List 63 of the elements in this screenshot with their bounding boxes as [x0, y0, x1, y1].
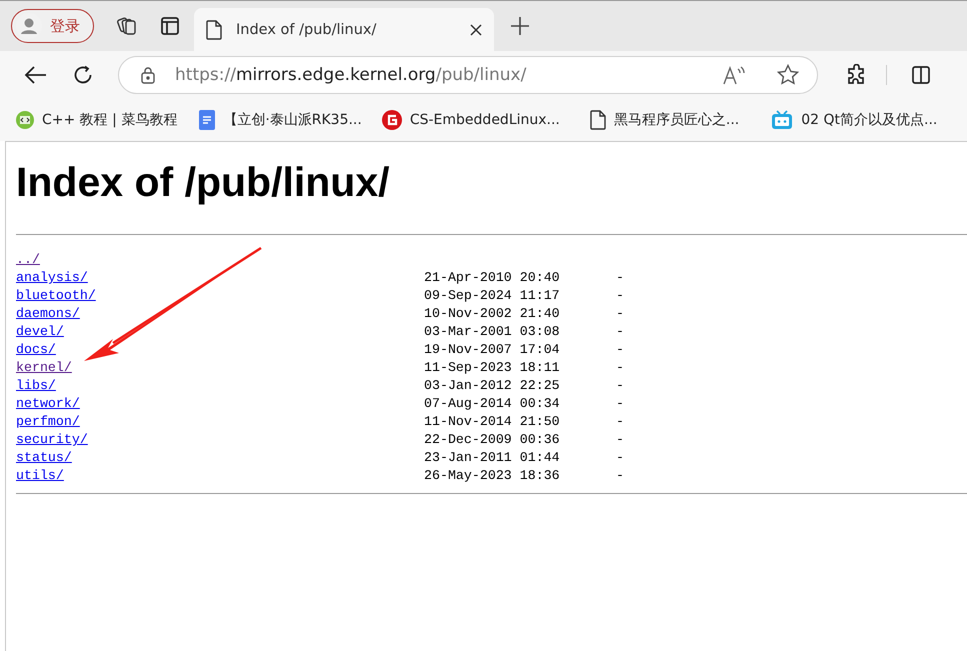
directory-link[interactable]: devel/ — [16, 323, 64, 341]
directory-link[interactable]: ../ — [16, 251, 40, 269]
date-text: 23-Jan-2011 01:44 — [424, 450, 560, 465]
directory-link[interactable]: docs/ — [16, 341, 56, 359]
refresh-icon[interactable] — [72, 64, 94, 86]
directory-link[interactable]: perfmon/ — [16, 413, 80, 431]
back-icon[interactable] — [24, 65, 48, 85]
date-text: 11-Sep-2023 18:11 — [424, 360, 560, 375]
directory-link[interactable]: analysis/ — [16, 269, 88, 287]
size-text: - — [616, 270, 624, 285]
size-text: - — [616, 288, 624, 303]
bookmark-item[interactable]: C++ 教程 | 菜鸟教程 — [16, 111, 178, 129]
date-text: 11-Nov-2014 21:50 — [424, 414, 560, 429]
directory-link[interactable]: bluetooth/ — [16, 287, 96, 305]
bookmark-item[interactable]: CS-EmbeddedLinux... — [382, 110, 560, 130]
directory-link[interactable]: network/ — [16, 395, 80, 413]
date-text: 09-Sep-2024 11:17 — [424, 288, 560, 303]
size-text: - — [616, 306, 624, 321]
address-bar[interactable]: https://mirrors.edge.kernel.org/pub/linux/ — [118, 56, 818, 94]
code-favicon-icon — [16, 111, 34, 129]
page-icon — [206, 20, 222, 40]
close-icon[interactable] — [470, 24, 482, 36]
size-text: - — [616, 450, 624, 465]
url-text: https://mirrors.edge.kernel.org/pub/linux/ — [175, 65, 528, 85]
size-text: - — [616, 324, 624, 339]
directory-link[interactable]: daemons/ — [16, 305, 80, 323]
size-text: - — [616, 432, 624, 447]
directory-link[interactable]: status/ — [16, 449, 72, 467]
favorite-star-icon[interactable] — [777, 64, 799, 86]
size-text: - — [616, 342, 624, 357]
directory-link[interactable]: security/ — [16, 431, 88, 449]
logo-icon — [382, 110, 402, 130]
page-icon — [590, 110, 606, 130]
size-text: - — [616, 378, 624, 393]
size-text: - — [616, 360, 624, 375]
document-favicon-icon — [199, 110, 216, 130]
bookmark-item[interactable]: 黑马程序员匠心之... — [590, 110, 740, 130]
browser-tab[interactable]: Index of /pub/linux/ — [194, 8, 494, 51]
split-screen-icon[interactable] — [911, 65, 931, 85]
directory-link[interactable]: utils/ — [16, 467, 64, 485]
profile-button[interactable]: 登录 — [11, 9, 94, 43]
date-text: 19-Nov-2007 17:04 — [424, 342, 560, 357]
date-text: 10-Nov-2002 21:40 — [424, 306, 560, 321]
tv-favicon-icon — [771, 110, 794, 130]
collections-icon[interactable] — [116, 15, 138, 37]
date-text: 26-May-2023 18:36 — [424, 468, 560, 483]
bookmark-item[interactable]: 【立创·泰山派RK35... — [199, 110, 362, 130]
date-text: 21-Apr-2010 20:40 — [424, 270, 560, 285]
read-aloud-icon[interactable] — [723, 65, 747, 85]
size-text: - — [616, 414, 624, 429]
sidebar-layout-icon[interactable] — [160, 16, 180, 36]
bookmark-item[interactable]: 02 Qt简介以及优点... — [771, 110, 938, 130]
size-text: - — [616, 396, 624, 411]
page-heading: Index of /pub/linux/ — [16, 158, 391, 206]
date-text: 07-Aug-2014 00:34 — [424, 396, 560, 411]
date-text: 22-Dec-2009 00:36 — [424, 432, 560, 447]
directory-link[interactable]: kernel/ — [16, 359, 72, 377]
directory-link[interactable]: libs/ — [16, 377, 56, 395]
size-text: - — [616, 468, 624, 483]
new-tab-icon[interactable] — [510, 16, 530, 36]
date-text: 03-Mar-2001 03:08 — [424, 324, 560, 339]
date-text: 03-Jan-2012 22:25 — [424, 378, 560, 393]
lock-icon[interactable] — [141, 66, 155, 84]
